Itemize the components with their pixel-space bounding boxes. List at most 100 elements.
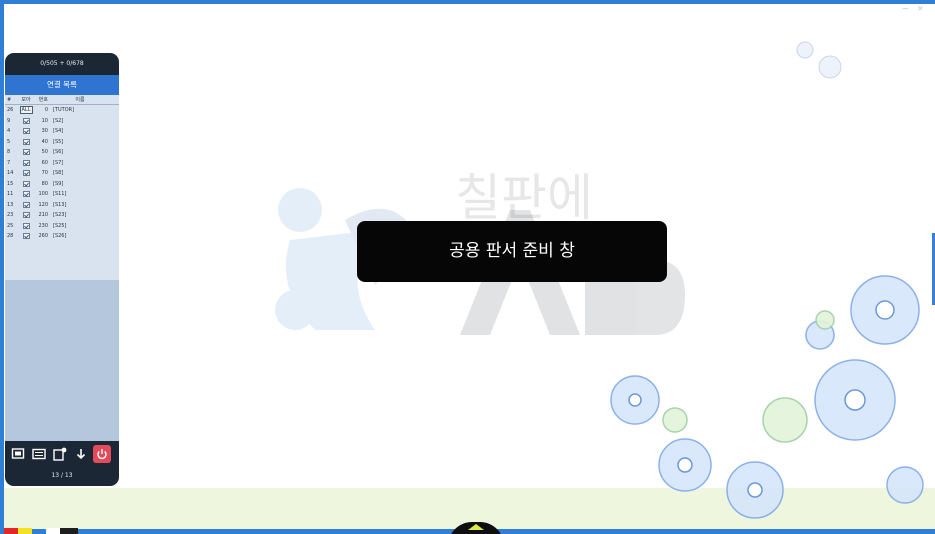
row-checkbox[interactable] (22, 159, 30, 166)
col-number: 번호 (38, 97, 48, 103)
row-index: 7 (7, 159, 11, 166)
row-checkbox-cell[interactable] (19, 116, 33, 127)
col-index: # (7, 97, 12, 103)
connection-panel: 0/505 + 0/678 연결 목록 # 모아 번호 이름 26 ALL 0 [TU… (5, 53, 119, 486)
row-number: 0 (44, 107, 48, 113)
row-index: 13 (7, 201, 14, 208)
row-name: [S4] (53, 128, 64, 134)
row-number: 40 (41, 138, 48, 145)
row-name: [S13] (53, 201, 67, 208)
row-checkbox[interactable] (22, 138, 30, 145)
row-name: [S8] (53, 170, 64, 176)
color-chip-white[interactable] (46, 528, 60, 534)
row-checkbox-cell[interactable] (19, 168, 33, 179)
table-row[interactable]: 28 260 [S26] (5, 231, 119, 242)
table-row[interactable]: 13 120 [S13] (5, 200, 119, 211)
row-number: 70 (41, 170, 48, 176)
row-number: 210 (38, 212, 48, 218)
row-index: 5 (7, 138, 11, 145)
row-checkbox[interactable] (22, 149, 30, 156)
row-checkbox[interactable] (22, 201, 30, 208)
row-number: 50 (41, 149, 48, 155)
color-chip-yellow[interactable] (18, 528, 32, 534)
table-row[interactable]: 25 230 [S25] (5, 221, 119, 232)
row-name: [S2] (53, 117, 64, 124)
row-name: [S9] (53, 180, 64, 187)
screen-button[interactable] (9, 445, 27, 463)
board-settings-icon (53, 447, 67, 461)
table-row[interactable]: 7 60 [S7] (5, 158, 119, 169)
row-checkbox-cell[interactable] (19, 210, 33, 221)
row-index: 11 (7, 191, 14, 197)
window-top-border (0, 0, 935, 4)
window-controls[interactable]: — × (903, 4, 925, 14)
window-left-border (0, 0, 4, 534)
row-index: 14 (7, 170, 14, 176)
row-checkbox[interactable] (22, 117, 30, 124)
row-index: 26 (7, 107, 14, 113)
row-checkbox[interactable] (22, 128, 30, 135)
row-index: 4 (7, 128, 11, 134)
row-number: 60 (41, 159, 48, 166)
table-row[interactable]: 23 210 [S23] (5, 210, 119, 221)
row-checkbox-cell[interactable] (19, 189, 33, 200)
row-checkbox-cell[interactable] (19, 126, 33, 137)
select-all-toggle[interactable]: ALL (19, 106, 33, 115)
row-number: 230 (38, 222, 48, 229)
table-row[interactable]: 26 ALL 0 [TUTOR] (5, 105, 119, 116)
table-row[interactable]: 11 100 [S11] (5, 189, 119, 200)
power-button[interactable] (93, 444, 111, 463)
row-number: 30 (41, 128, 48, 134)
row-checkbox-cell[interactable] (19, 137, 33, 148)
row-name: [TUTOR] (53, 107, 75, 113)
small-flower-decoration (796, 41, 842, 79)
table-row[interactable]: 4 30 [S4] (5, 126, 119, 137)
select-all-cell[interactable]: ALL (19, 105, 33, 116)
row-checkbox-cell[interactable] (19, 158, 33, 169)
row-checkbox[interactable] (22, 222, 30, 229)
watermark-text: 칠판에 (455, 170, 593, 227)
row-checkbox-cell[interactable] (19, 200, 33, 211)
table-row[interactable]: 8 50 [S6] (5, 147, 119, 158)
table-row[interactable]: 5 40 [S5] (5, 137, 119, 148)
row-index: 23 (7, 212, 14, 218)
row-number: 260 (38, 233, 48, 239)
screen-icon (11, 447, 25, 459)
board-button[interactable] (30, 445, 48, 463)
panel-stats: 0/505 + 0/678 (5, 53, 119, 75)
row-checkbox[interactable] (22, 191, 30, 198)
table-row[interactable]: 15 80 [S9] (5, 179, 119, 190)
download-arrow-icon (76, 448, 86, 459)
row-index: 15 (7, 180, 14, 187)
row-index: 25 (7, 222, 14, 229)
table-row[interactable]: 9 10 [S2] (5, 116, 119, 127)
row-checkbox-cell[interactable] (19, 231, 33, 242)
row-number: 10 (41, 117, 48, 124)
color-chip-red[interactable] (4, 528, 18, 534)
table-row[interactable]: 14 70 [S8] (5, 168, 119, 179)
download-button[interactable] (72, 445, 90, 463)
row-name: [S11] (53, 191, 67, 197)
expand-up-icon[interactable] (468, 524, 484, 530)
row-number: 80 (41, 180, 48, 187)
row-checkbox[interactable] (22, 180, 30, 187)
row-checkbox[interactable] (22, 212, 30, 219)
row-checkbox-cell[interactable] (19, 179, 33, 190)
board-ready-dialog: 공용 판서 준비 창 (357, 221, 667, 282)
row-name: [S26] (53, 233, 67, 239)
row-checkbox-cell[interactable] (19, 147, 33, 158)
row-number: 100 (38, 191, 48, 197)
row-checkbox[interactable] (22, 170, 30, 177)
row-number: 120 (38, 201, 48, 208)
row-checkbox[interactable] (22, 233, 30, 240)
row-name: [S25] (53, 222, 67, 229)
board-icon (32, 448, 46, 459)
row-index: 8 (7, 149, 11, 155)
connection-table: # 모아 번호 이름 26 ALL 0 [TUTOR] 9 10 [S2] 4 30 [S4] 5 4… (5, 95, 119, 280)
color-chip-black[interactable] (60, 528, 78, 534)
panel-title: 연결 목록 (5, 75, 119, 95)
table-header: # 모아 번호 이름 (5, 95, 119, 105)
row-checkbox-cell[interactable] (19, 221, 33, 232)
app-window: 칠판에 — × 0/505 + 0/678 연결 목록 # 모아 번호 이름 2… (0, 0, 935, 534)
board-settings-button[interactable] (51, 445, 69, 463)
